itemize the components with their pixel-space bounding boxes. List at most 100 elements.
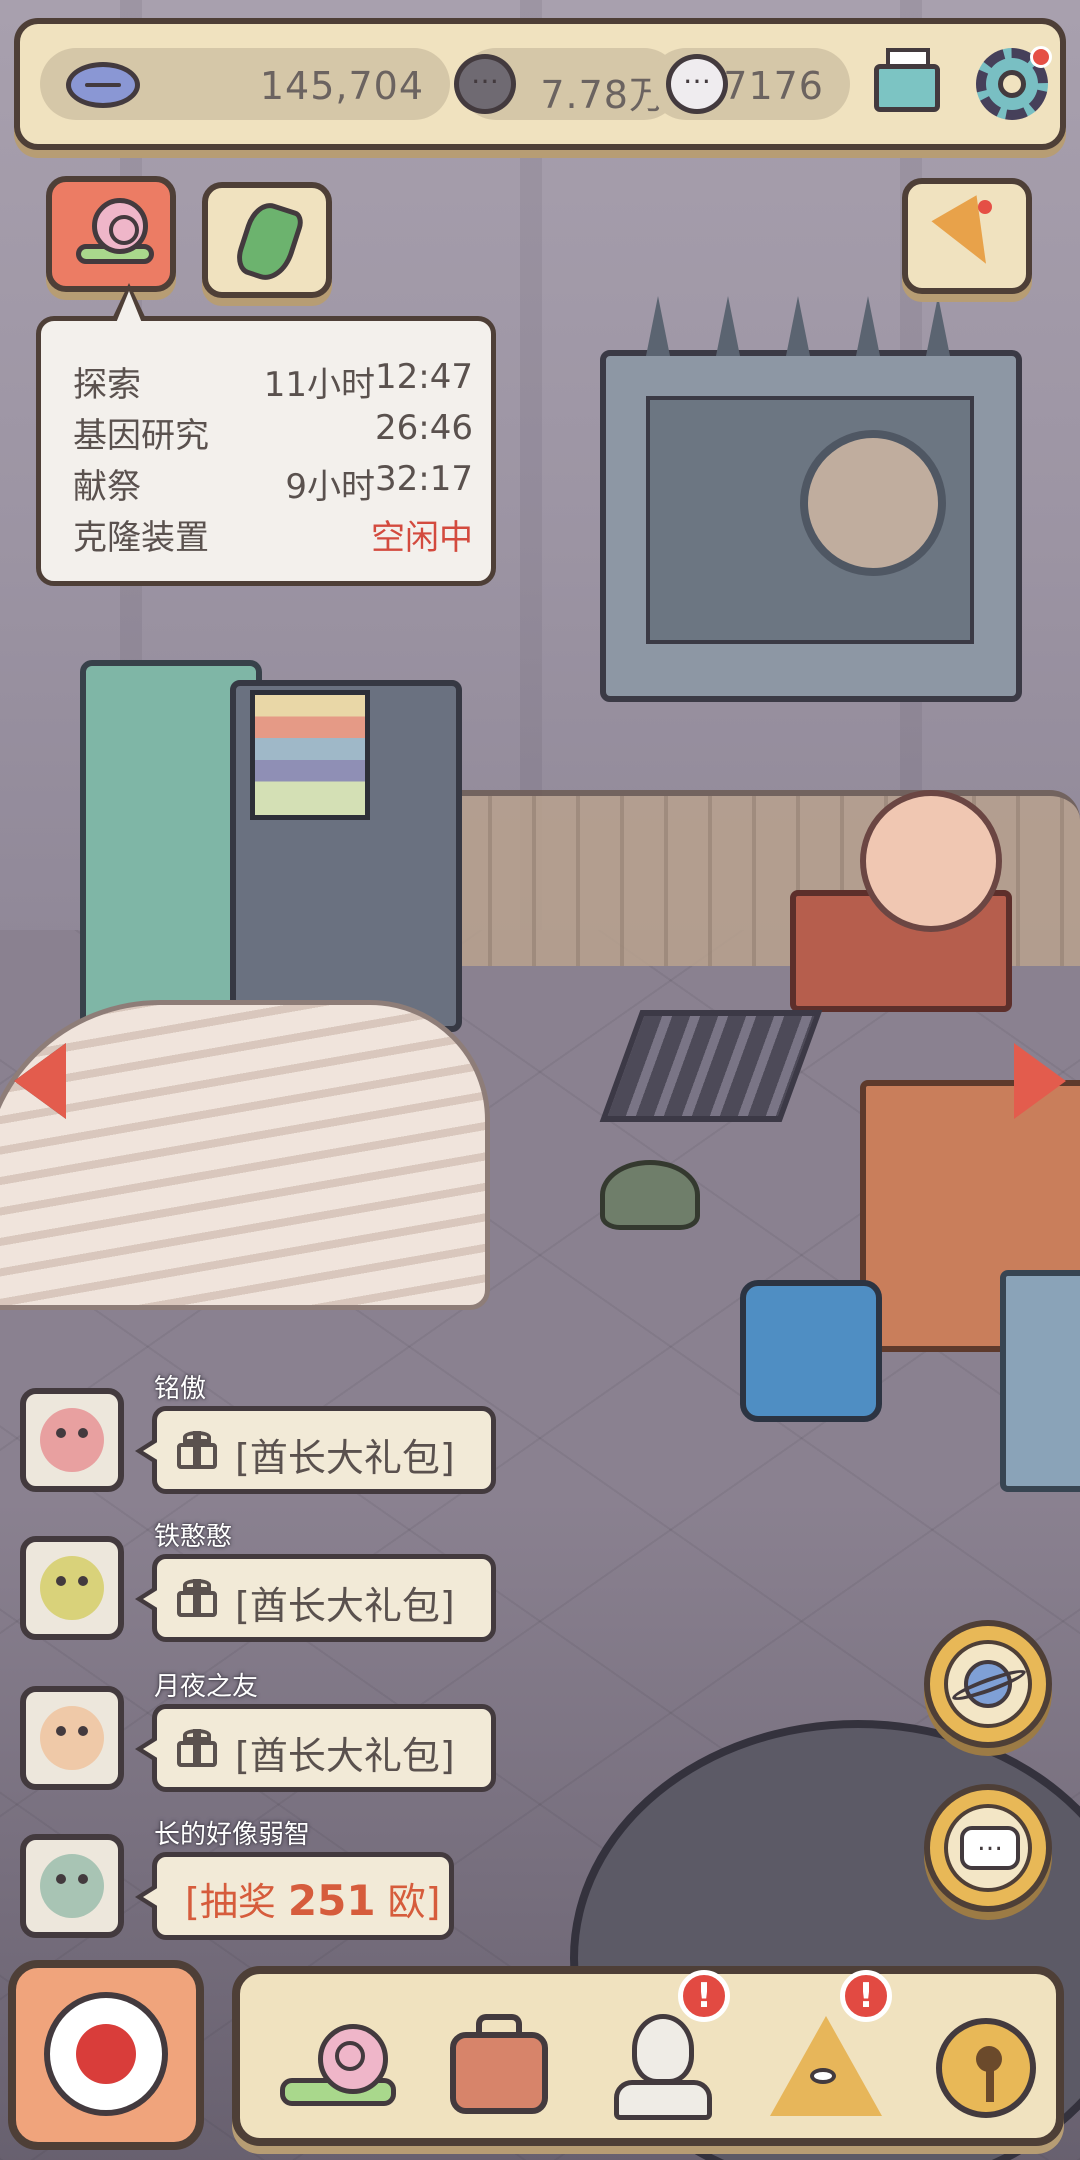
chat-username: 长的好像弱智 (154, 1820, 311, 1850)
resource-secondary-value: 7.78万 (540, 73, 668, 117)
tooltip-duration: 11小时 (263, 365, 375, 405)
chat-message[interactable]: 铭傲 [酋长大礼包] (20, 1374, 520, 1522)
tooltip-time: 12:47 (375, 357, 473, 397)
party-popper-icon (931, 195, 1009, 277)
flashlight-robot[interactable] (740, 1280, 882, 1422)
tooltip-row-explore: 探索 11小时 12:47 (73, 357, 473, 405)
resource-secondary[interactable]: 7.78万 (454, 48, 680, 120)
chat-username: 铁憨憨 (154, 1522, 233, 1552)
chat-message-text: [酋长大礼包] (235, 1436, 455, 1480)
nav-snail[interactable] (262, 1992, 402, 2132)
man-avatar-face (40, 1706, 104, 1770)
tongue-avatar-face (40, 1556, 104, 1620)
chat-username: 月夜之友 (154, 1672, 259, 1702)
eyeball-globe[interactable] (860, 790, 1002, 932)
confetti (978, 200, 992, 214)
key-coin-icon (920, 2002, 1040, 2122)
event-button[interactable] (902, 178, 1032, 294)
chat-username: 铭傲 (154, 1374, 207, 1404)
chat-message-text: [酋长大礼包] (235, 1584, 455, 1628)
chat-message[interactable]: 铁憨憨 [酋长大礼包] (20, 1522, 520, 1670)
mail-button[interactable] (868, 42, 948, 122)
striped-cloth (0, 1000, 490, 1310)
chat-bubble-icon: … (960, 1826, 1020, 1870)
tooltip-row-gene-research: 基因研究 26:46 (73, 408, 473, 456)
tooltip-time: 26:46 (375, 408, 473, 448)
snail-icon (272, 2002, 396, 2122)
resource-bar: 145,704 7.78万 7176 (14, 18, 1066, 150)
chat-message-text: [酋长大礼包] (235, 1734, 455, 1778)
gift-icon (177, 1579, 217, 1617)
status-tooltip: 探索 11小时 12:47 基因研究 26:46 献祭 9小时 32:17 克隆… (36, 283, 496, 586)
star-disc (800, 430, 946, 576)
chat-message[interactable]: 月夜之友 [酋长大礼包] (20, 1672, 520, 1820)
avatar[interactable] (20, 1834, 124, 1938)
tooltip-status-idle: 空闲中 (371, 518, 473, 558)
nav-statue[interactable]: ! (586, 1970, 730, 2132)
envelope (874, 64, 940, 112)
planet-button[interactable] (924, 1620, 1052, 1748)
settings-button[interactable] (970, 40, 1054, 124)
resource-tertiary[interactable]: 7176 (650, 48, 850, 120)
scroll-right-arrow[interactable] (1010, 1035, 1074, 1127)
spike (716, 296, 740, 356)
tooltip-row-sacrifice: 献祭 9小时 32:17 (73, 459, 473, 507)
gift-icon (177, 1729, 217, 1767)
tooltip-row-clone-device: 克隆装置 空闲中 (73, 510, 473, 558)
resource-tertiary-value: 7176 (723, 64, 824, 108)
spike (856, 296, 880, 356)
chat-message[interactable]: 长的好像弱智 [抽奖 251 欧] (20, 1820, 520, 1968)
machine-chamber (646, 396, 974, 644)
arrow-left-icon (14, 1043, 66, 1119)
map-icon (231, 197, 307, 287)
rainbow-monitor (250, 690, 370, 820)
alert-badge: ! (840, 1970, 892, 2022)
avatar[interactable] (20, 1686, 124, 1790)
record-icon (44, 1992, 168, 2116)
chat-button[interactable]: … (924, 1784, 1052, 1912)
spike (646, 296, 670, 356)
spike (786, 296, 810, 356)
light-bubble-icon (666, 54, 728, 114)
gift-icon (177, 1431, 217, 1469)
snail-icon (76, 198, 154, 268)
scroll-left-arrow[interactable] (6, 1035, 70, 1127)
gear-core (998, 70, 1026, 98)
spiked-machine[interactable] (600, 296, 1022, 702)
lips-icon (66, 62, 140, 108)
robot-avatar-face (40, 1408, 104, 1472)
turtle-character[interactable] (600, 1160, 700, 1230)
tooltip-label: 基因研究 (73, 416, 209, 456)
suitcase-icon (434, 2002, 554, 2122)
lottery-bubble[interactable]: [抽奖 251 欧] (135, 1852, 454, 1940)
nav-suitcase[interactable] (424, 1992, 564, 2132)
snail-status-button[interactable] (46, 176, 176, 292)
tooltip-time: 32:17 (375, 459, 473, 499)
tooltip-label: 克隆装置 (73, 518, 209, 558)
chat-bubble[interactable]: [酋长大礼包] (135, 1406, 496, 1494)
resource-primary[interactable]: 145,704 (40, 48, 450, 120)
lottery-message: [抽奖 251 欧] (185, 1871, 440, 1926)
lottery-prefix: [抽奖 (185, 1880, 288, 1924)
chat-bubble[interactable]: [酋长大礼包] (135, 1704, 496, 1792)
nav-pyramid[interactable]: ! (748, 1970, 892, 2132)
nav-key-coin[interactable] (910, 1992, 1050, 2132)
tooltip-label: 献祭 (73, 467, 141, 507)
creature-avatar-face (40, 1854, 104, 1918)
dark-bubble-icon (454, 54, 516, 114)
notification-dot (1030, 46, 1052, 68)
arrow-right-icon (1014, 1043, 1066, 1119)
tooltip-label: 探索 (73, 365, 141, 405)
chat-bubble[interactable]: [酋长大礼包] (135, 1554, 496, 1642)
blue-crate (1000, 1270, 1080, 1492)
lottery-number: 251 (287, 1876, 376, 1925)
alert-badge: ! (678, 1970, 730, 2022)
spike (926, 296, 950, 356)
record-button[interactable] (8, 1960, 204, 2150)
lottery-suffix: 欧] (375, 1880, 441, 1924)
resource-primary-value: 145,704 (259, 64, 424, 108)
bottom-nav: ! ! (232, 1966, 1064, 2146)
avatar[interactable] (20, 1388, 124, 1492)
avatar[interactable] (20, 1536, 124, 1640)
map-button[interactable] (202, 182, 332, 298)
